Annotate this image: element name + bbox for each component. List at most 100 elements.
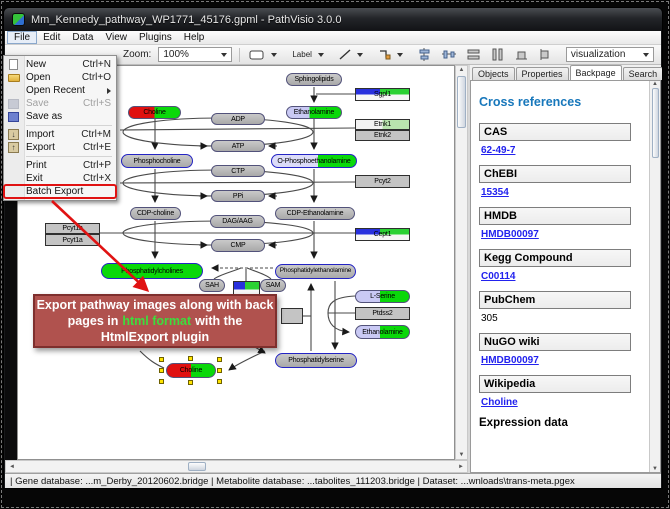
line-tool-button[interactable] [337,48,369,61]
file-menu-item-open[interactable]: OpenCtrl+O [4,71,116,84]
menu-separator [26,156,112,157]
gene-pcyt1b[interactable]: Pcyt1b [45,223,100,234]
gene-pcyt2[interactable]: Pcyt2 [355,175,410,188]
chevron-down-icon[interactable] [221,53,227,57]
selection-handle[interactable] [159,368,164,373]
align-left-button[interactable] [537,47,553,62]
node-ethanolamine-bottom[interactable]: Ethanolamine [355,325,410,339]
selection-handle[interactable] [217,368,222,373]
tab-objects[interactable]: Objects [472,67,515,80]
node-cdp-choline[interactable]: CDP-choline [130,207,181,220]
scroll-up-icon[interactable]: ▲ [457,66,466,74]
menu-help[interactable]: Help [178,31,211,44]
chevron-down-icon[interactable] [643,53,649,57]
gene-etnk2[interactable]: Etnk2 [355,130,410,141]
node-choline-selected[interactable]: Choline [166,363,216,378]
node-ethanolamine-top[interactable]: Ethanolamine [286,106,342,119]
submenu-arrow-icon [107,88,111,94]
horizontal-scroll-thumb[interactable] [188,462,206,471]
align-center-button[interactable] [416,47,433,62]
import-icon: ↓ [7,129,20,140]
file-menu-item-print[interactable]: PrintCtrl+P [4,159,116,172]
node-cmp[interactable]: CMP [211,239,265,252]
gene-etnk1[interactable]: Etnk1 [355,119,410,130]
scroll-down-icon[interactable]: ▼ [652,466,658,472]
xref-link[interactable]: Choline [481,397,641,408]
node-cdp-ethanolamine[interactable]: CDP-Ethanolamine [275,207,355,220]
xref-link[interactable]: HMDB00097 [481,355,641,366]
file-menu-item-open-recent[interactable]: Open Recent [4,84,116,97]
file-menu-item-new[interactable]: NewCtrl+N [4,58,116,71]
selection-handle[interactable] [188,380,193,385]
selection-handle[interactable] [217,379,222,384]
sidebar-scrollbar[interactable]: ▲ ▼ [649,81,660,472]
zoom-combobox[interactable]: 100% [158,47,232,62]
selection-handle[interactable] [217,357,222,362]
align-bottom-icon [515,49,528,61]
node-phosphocholine[interactable]: Phosphocholine [121,154,193,168]
node-sam[interactable]: SAM [260,279,286,292]
scroll-down-icon[interactable]: ▼ [459,451,465,459]
xref-link[interactable]: 62-49-7 [481,145,641,156]
node-sphingolipids[interactable]: Sphingolipids [286,73,342,86]
tab-search[interactable]: Search [623,67,663,80]
node-dag-aag[interactable]: DAG/AAG [210,215,265,228]
menu-view[interactable]: View [99,31,133,44]
chevron-down-icon[interactable] [318,53,324,57]
node-phosphatidylethanolamine[interactable]: Phosphatidylethanolamine [275,264,356,279]
file-menu-item-save-as[interactable]: Save as [4,110,116,123]
vertical-scroll-thumb[interactable] [457,76,466,128]
datanode-tool-button[interactable] [247,49,283,61]
scroll-up-icon[interactable]: ▲ [652,81,659,87]
file-menu-item-import[interactable]: ↓ ImportCtrl+M [4,128,116,141]
canvas-horizontal-scrollbar[interactable]: ◄ ► [5,460,468,473]
align-bottom-button[interactable] [513,48,530,62]
align-middle-button[interactable] [440,47,458,62]
node-l-serine[interactable]: L-Serine [355,290,410,303]
node-atp[interactable]: ATP [211,140,265,152]
gene-sgpl1[interactable]: Sgpl1 [355,88,410,101]
visualization-combobox[interactable]: visualization [566,47,654,62]
xref-name: CAS [479,123,631,141]
file-menu-item-exit[interactable]: ExitCtrl+X [4,172,116,185]
sidebar-scroll-thumb[interactable] [652,88,659,158]
connector-tool-button[interactable] [376,48,409,61]
file-menu-item-export[interactable]: ↑ ExportCtrl+E [4,141,116,154]
canvas-vertical-scrollbar[interactable]: ▲ ▼ [455,65,468,460]
node-phosphatidylserine[interactable]: Phosphatidylserine [275,353,357,368]
menu-file[interactable]: File [7,31,37,44]
xref-section-hmdb: HMDB HMDB00097 [479,207,641,240]
selection-handle[interactable] [188,356,193,361]
gene-cept1[interactable]: Cept1 [355,228,410,241]
chevron-down-icon[interactable] [271,53,277,57]
file-menu-item-batch-export[interactable]: Batch Export [4,185,116,198]
node-choline-top[interactable]: Choline [128,106,181,119]
chevron-down-icon[interactable] [397,53,403,57]
node-ctp[interactable]: CTP [211,165,265,177]
tab-properties[interactable]: Properties [516,67,569,80]
chevron-down-icon[interactable] [357,53,363,57]
node-ppi[interactable]: PPi [211,190,265,202]
file-menu-item-save[interactable]: SaveCtrl+S [4,97,116,110]
xref-link[interactable]: C00114 [481,271,641,282]
node-phosphatidylcholines[interactable]: Phosphatidylcholines [101,263,203,279]
menu-plugins[interactable]: Plugins [133,31,178,44]
node-sah[interactable]: SAH [199,279,225,292]
gene-ptdss2[interactable]: Ptdss2 [355,307,410,320]
selection-handle[interactable] [159,357,164,362]
gene-box-hidden[interactable] [281,308,303,324]
distribute-rows-button[interactable] [465,47,482,62]
xref-link[interactable]: HMDB00097 [481,229,641,240]
label-tool-button[interactable]: Label [290,49,330,60]
scroll-right-icon[interactable]: ► [458,463,467,471]
selection-handle[interactable] [159,379,164,384]
tab-backpage[interactable]: Backpage [570,65,622,80]
node-o-phosphoethanolamine[interactable]: O-Phosphoethanolamine [271,154,357,168]
gene-pcyt1a[interactable]: Pcyt1a [45,234,100,246]
distribute-columns-button[interactable] [489,47,506,62]
menu-data[interactable]: Data [66,31,99,44]
node-adp[interactable]: ADP [211,113,265,125]
menu-edit[interactable]: Edit [37,31,66,44]
scroll-left-icon[interactable]: ◄ [6,463,15,471]
xref-link[interactable]: 15354 [481,187,641,198]
